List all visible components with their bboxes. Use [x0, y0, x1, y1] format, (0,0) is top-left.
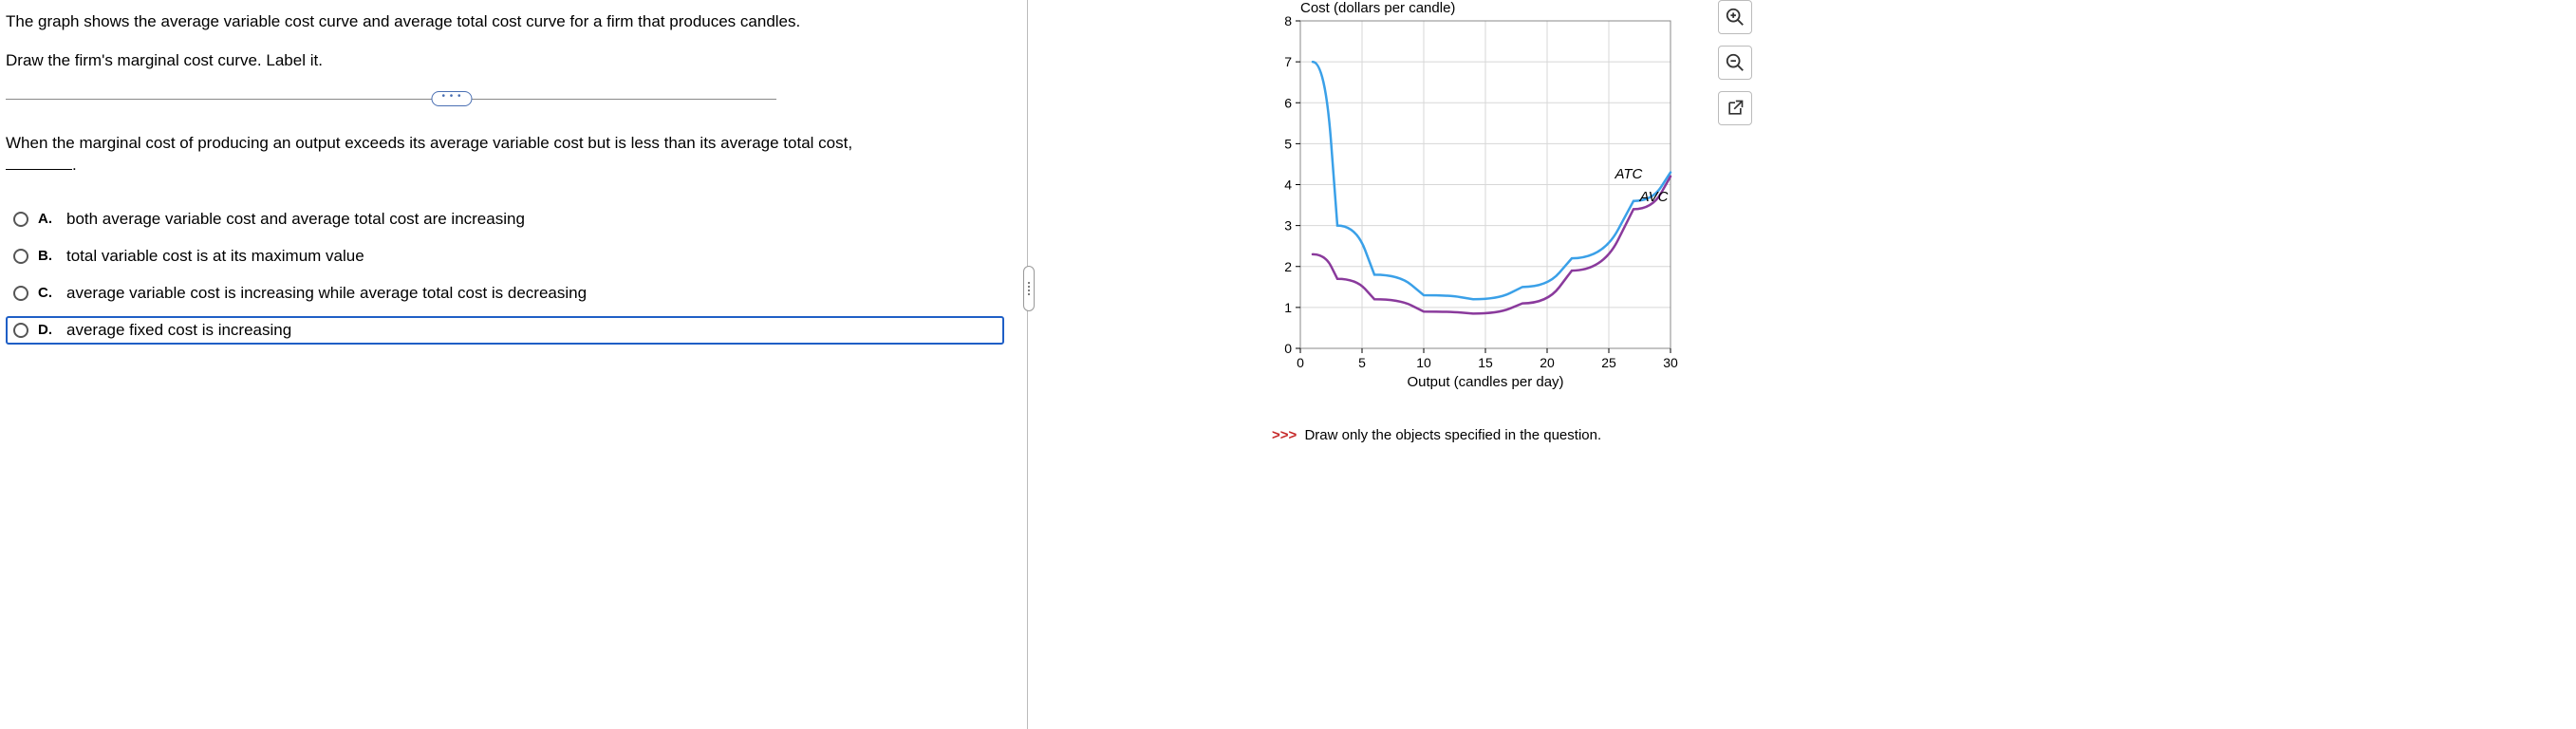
graph-toolbar	[1718, 0, 1752, 125]
option-text: total variable cost is at its maximum va…	[66, 247, 364, 266]
radio-button[interactable]	[13, 323, 28, 338]
fill-blank	[6, 156, 72, 170]
chart-svg[interactable]: 0 5 10 15 20 25 30 0 1 2 3 4 5 6 7 8 Output (candles per…	[1272, 2, 1680, 401]
svg-text:0: 0	[1297, 355, 1304, 370]
option-letter: B.	[38, 248, 57, 264]
svg-text:25: 25	[1601, 355, 1616, 370]
zoom-in-icon	[1725, 7, 1745, 28]
svg-text:3: 3	[1284, 218, 1292, 234]
radio-button[interactable]	[13, 286, 28, 301]
svg-text:6: 6	[1284, 95, 1292, 110]
pane-separator	[1027, 0, 1028, 729]
instructions-line-1: The graph shows the average variable cos…	[6, 11, 1004, 33]
hint-marker: >>>	[1272, 427, 1297, 443]
more-ellipsis: • • •	[441, 92, 461, 102]
svg-text:Output (candles per day): Output (candles per day)	[1407, 374, 1563, 390]
option-letter: A.	[38, 211, 57, 227]
open-in-new-icon	[1726, 99, 1745, 118]
more-button[interactable]: • • •	[431, 91, 472, 106]
svg-text:15: 15	[1478, 355, 1493, 370]
zoom-in-button[interactable]	[1718, 0, 1752, 34]
instructions-line-2: Draw the firm's marginal cost curve. Lab…	[6, 50, 1004, 72]
option-c[interactable]: C. average variable cost is increasing wh…	[6, 279, 1004, 308]
option-text: average variable cost is increasing whil…	[66, 284, 587, 303]
option-d[interactable]: D. average fixed cost is increasing	[6, 316, 1004, 345]
graph-pane: Cost (dollars per candle) 05101520253001…	[1054, 0, 2572, 729]
series-label-avc: AVC	[1639, 189, 1669, 205]
question-pane: The graph shows the average variable cos…	[0, 0, 1027, 729]
instructions: The graph shows the average variable cos…	[6, 8, 1004, 72]
svg-text:8: 8	[1284, 13, 1292, 28]
svg-text:2: 2	[1284, 259, 1292, 274]
resize-handle[interactable]	[1023, 266, 1035, 311]
option-letter: D.	[38, 322, 57, 338]
svg-text:5: 5	[1284, 136, 1292, 151]
option-a[interactable]: A. both average variable cost and average…	[6, 205, 1004, 234]
svg-text:1: 1	[1284, 300, 1292, 315]
zoom-out-icon	[1725, 52, 1745, 73]
option-text: both average variable cost and average t…	[66, 210, 525, 229]
chart-canvas[interactable]: 0 5 10 15 20 25 30 0 1 2 3 4 5 6 7 8 Output (candles per…	[1272, 2, 1680, 401]
question-stem-text: When the marginal cost of producing an o…	[6, 134, 852, 152]
svg-text:7: 7	[1284, 54, 1292, 69]
question-stem: When the marginal cost of producing an o…	[6, 133, 917, 177]
section-divider: • • •	[6, 89, 1004, 108]
series-label-atc: ATC	[1615, 166, 1643, 182]
draw-hint: >>> Draw only the objects specified in t…	[1272, 427, 1601, 443]
svg-text:5: 5	[1358, 355, 1366, 370]
svg-text:30: 30	[1663, 355, 1678, 370]
radio-button[interactable]	[13, 212, 28, 227]
option-b[interactable]: B. total variable cost is at its maximum …	[6, 242, 1004, 271]
answer-options: A. both average variable cost and average…	[6, 205, 1004, 345]
series-avc	[1313, 177, 1671, 313]
open-in-new-button[interactable]	[1718, 91, 1752, 125]
zoom-out-button[interactable]	[1718, 46, 1752, 80]
svg-text:20: 20	[1540, 355, 1555, 370]
option-letter: C.	[38, 285, 57, 301]
svg-text:0: 0	[1284, 341, 1292, 356]
svg-text:4: 4	[1284, 178, 1292, 193]
hint-text: Draw only the objects specified in the q…	[1304, 427, 1601, 443]
option-text: average fixed cost is increasing	[66, 321, 291, 340]
radio-button[interactable]	[13, 249, 28, 264]
divider-line	[6, 99, 776, 100]
svg-text:10: 10	[1416, 355, 1431, 370]
